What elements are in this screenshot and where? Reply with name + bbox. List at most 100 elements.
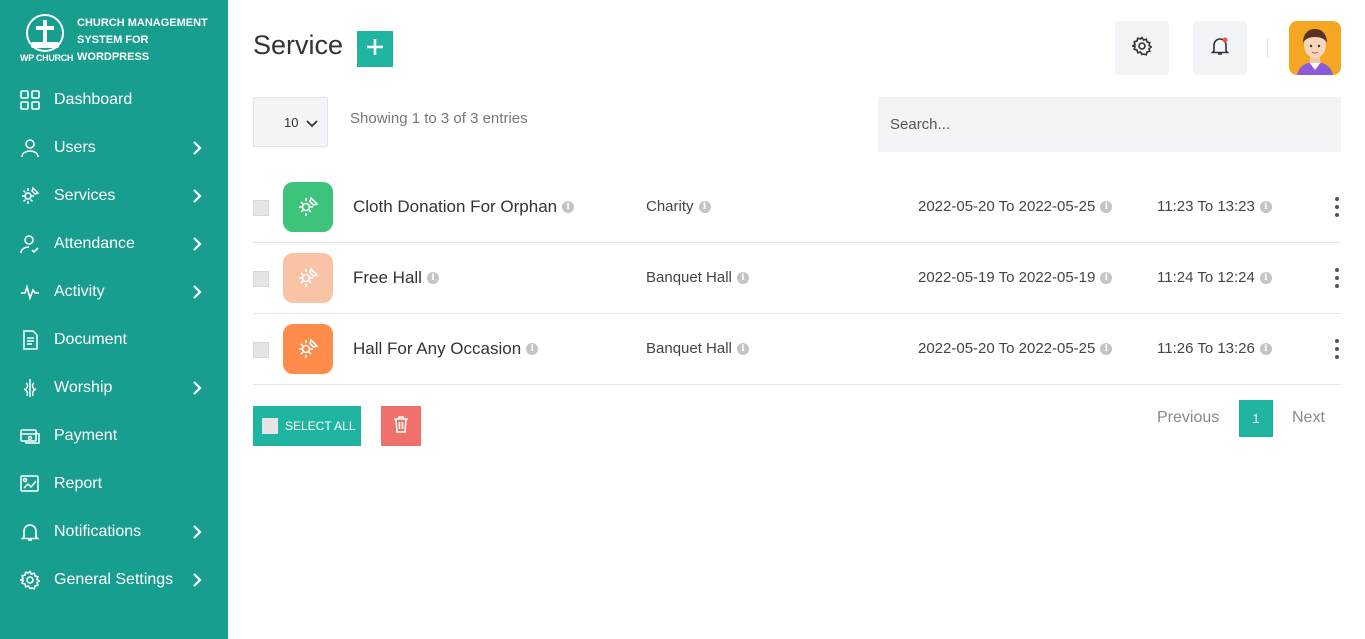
service-time: 11:23 To 13:23 i	[1157, 198, 1272, 215]
table-row: Cloth Donation For Orphan i Charity i 2022…	[253, 172, 1341, 243]
attendance-icon	[19, 233, 41, 255]
pagination-page-1[interactable]: 1	[1239, 400, 1273, 437]
sidebar-item-notifications[interactable]: Notifications	[0, 508, 228, 556]
sidebar-item-label: General Settings	[54, 571, 174, 588]
select-all-button[interactable]: SELECT ALL	[253, 406, 361, 446]
sidebar: WP CHURCH CHURCH MANAGEMENT SYSTEM FOR W…	[0, 0, 228, 639]
service-icon	[283, 182, 333, 232]
info-icon[interactable]: i	[1100, 342, 1113, 355]
sidebar-item-label: Users	[54, 139, 96, 156]
main-content: Service 10 Showing 1 to 3 of 3 entries S…	[228, 0, 1365, 639]
sidebar-item-label: Payment	[54, 427, 118, 444]
sidebar-item-payment[interactable]: Payment	[0, 412, 228, 460]
service-category: Charity i	[646, 198, 711, 215]
sidebar-item-label: Notifications	[54, 523, 142, 540]
chevron-right-icon	[190, 188, 204, 204]
sidebar-item-dashboard[interactable]: Dashboard	[0, 76, 228, 124]
table-row: Hall For Any Occasion i Banquet Hall i 202…	[253, 314, 1341, 385]
row-menu-icon[interactable]	[1334, 339, 1340, 361]
info-icon[interactable]: i	[526, 343, 539, 355]
sidebar-item-worship[interactable]: Worship	[0, 364, 228, 412]
sidebar-item-document[interactable]: Document	[0, 316, 228, 364]
select-all-label: SELECT ALL	[285, 419, 356, 433]
brand-title: CHURCH MANAGEMENT SYSTEM FOR WORDPRESS	[77, 17, 208, 63]
search-input[interactable]	[878, 97, 1341, 152]
notifications-button[interactable]	[1193, 21, 1247, 75]
gear-icon	[19, 569, 41, 591]
document-icon	[19, 329, 41, 351]
pagination-previous[interactable]: Previous	[1157, 409, 1219, 427]
page-title: Service	[253, 30, 344, 60]
pagination-next[interactable]: Next	[1292, 409, 1325, 427]
service-time: 11:24 To 12:24 i	[1157, 269, 1272, 286]
service-dates: 2022-05-20 To 2022-05-25 i	[918, 340, 1113, 357]
sidebar-item-label: Attendance	[54, 235, 135, 252]
info-icon[interactable]: i	[562, 201, 575, 213]
service-dates: 2022-05-20 To 2022-05-25 i	[918, 198, 1113, 215]
brand[interactable]: WP CHURCH CHURCH MANAGEMENT SYSTEM FOR W…	[18, 12, 218, 68]
sidebar-item-label: Report	[54, 475, 103, 492]
sidebar-item-report[interactable]: Report	[0, 460, 228, 508]
sidebar-item-label: Worship	[54, 379, 113, 396]
delete-button[interactable]	[381, 406, 421, 446]
sidebar-item-general-settings[interactable]: General Settings	[0, 556, 228, 604]
service-icon	[283, 324, 333, 374]
info-icon[interactable]: i	[1100, 271, 1113, 284]
service-category: Banquet Hall i	[646, 269, 749, 286]
chevron-down-icon	[306, 116, 318, 131]
plus-icon	[366, 38, 384, 61]
sidebar-item-label: Services	[54, 187, 116, 204]
sidebar-item-label: Activity	[54, 283, 105, 300]
add-service-button[interactable]	[357, 31, 393, 67]
page-size-select[interactable]: 10	[253, 97, 328, 147]
service-time: 11:26 To 13:26 i	[1157, 340, 1272, 357]
church-logo-icon: WP CHURCH	[18, 12, 74, 66]
row-checkbox[interactable]	[253, 200, 269, 216]
chevron-right-icon	[190, 380, 204, 396]
gear-icon	[1130, 35, 1154, 61]
table-row: Free Hall i Banquet Hall i 2022-05-19 To 2…	[253, 243, 1341, 314]
chevron-right-icon	[190, 572, 204, 588]
select-all-checkbox	[262, 418, 278, 434]
row-checkbox[interactable]	[253, 271, 269, 287]
service-name: Hall For Any Occasion i	[353, 339, 539, 359]
sidebar-item-label: Document	[54, 331, 127, 348]
activity-icon	[19, 281, 41, 303]
user-icon	[19, 137, 41, 159]
sidebar-item-attendance[interactable]: Attendance	[0, 220, 228, 268]
sidebar-item-services[interactable]: Services	[0, 172, 228, 220]
service-name: Cloth Donation For Orphan i	[353, 197, 575, 217]
settings-button[interactable]	[1115, 21, 1169, 75]
info-icon[interactable]: i	[1259, 271, 1272, 284]
row-menu-icon[interactable]	[1334, 197, 1340, 219]
info-icon[interactable]: i	[698, 200, 711, 213]
info-icon[interactable]: i	[1259, 200, 1272, 213]
chevron-right-icon	[190, 236, 204, 252]
service-name: Free Hall i	[353, 268, 439, 288]
entries-info: Showing 1 to 3 of 3 entries	[350, 110, 528, 127]
chevron-right-icon	[190, 140, 204, 156]
service-category: Banquet Hall i	[646, 340, 749, 357]
sidebar-item-label: Dashboard	[54, 91, 133, 108]
bell-icon	[19, 521, 41, 543]
chevron-right-icon	[190, 524, 204, 540]
page-size-value: 10	[284, 114, 299, 130]
user-avatar[interactable]	[1289, 21, 1341, 75]
info-icon[interactable]: i	[426, 272, 439, 284]
service-dates: 2022-05-19 To 2022-05-19 i	[918, 269, 1113, 286]
info-icon[interactable]: i	[1259, 342, 1272, 355]
trash-icon	[393, 415, 409, 438]
report-icon	[19, 473, 41, 495]
sidebar-item-users[interactable]: Users	[0, 124, 228, 172]
bell-icon	[1210, 36, 1230, 61]
info-icon[interactable]: i	[736, 271, 749, 284]
payment-icon	[19, 425, 41, 447]
info-icon[interactable]: i	[736, 342, 749, 355]
row-checkbox[interactable]	[253, 342, 269, 358]
chevron-right-icon	[190, 284, 204, 300]
sidebar-nav: Dashboard Users Services Attendance Acti…	[0, 76, 228, 604]
row-menu-icon[interactable]	[1334, 268, 1340, 290]
info-icon[interactable]: i	[1100, 200, 1113, 213]
sidebar-item-activity[interactable]: Activity	[0, 268, 228, 316]
dashboard-icon	[19, 89, 41, 111]
